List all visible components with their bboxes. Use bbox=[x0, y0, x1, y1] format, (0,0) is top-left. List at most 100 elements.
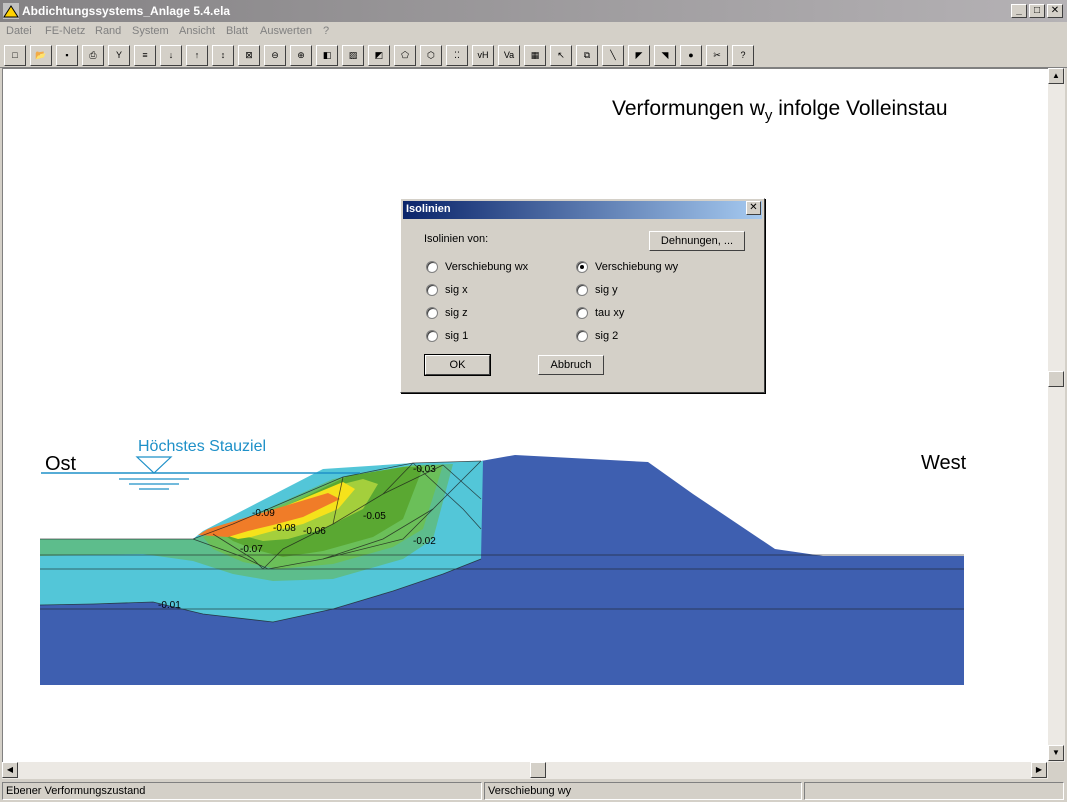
horizontal-scrollbar[interactable]: ◀ ▶ bbox=[2, 762, 1048, 779]
wrench-icon[interactable]: Y bbox=[108, 45, 130, 66]
scissors-glyph: ✂ bbox=[713, 50, 721, 60]
maximize-button[interactable]: □ bbox=[1029, 4, 1045, 18]
contour-lines-glyph: ◥ bbox=[661, 50, 669, 60]
abbruch-button[interactable]: Abbruch bbox=[538, 355, 604, 375]
vertical-scroll-thumb[interactable] bbox=[1048, 371, 1064, 387]
menu-system[interactable]: System bbox=[132, 25, 169, 37]
vertical-scrollbar[interactable]: ▲ ▼ bbox=[1048, 68, 1065, 762]
vh-icon[interactable]: vH bbox=[472, 45, 494, 66]
fill-icon[interactable]: ◩ bbox=[368, 45, 390, 66]
radio-sig-z[interactable] bbox=[426, 307, 438, 319]
scroll-right-button[interactable]: ▶ bbox=[1031, 762, 1047, 778]
grid-dots-glyph: ⁚⁚ bbox=[454, 50, 460, 60]
contour-label: -0.07 bbox=[240, 544, 263, 555]
horizontal-scroll-thumb[interactable] bbox=[530, 762, 546, 778]
shape-icon[interactable]: ◧ bbox=[316, 45, 338, 66]
paint-icon[interactable]: ▨ bbox=[342, 45, 364, 66]
contour-glyph: ◤ bbox=[635, 50, 643, 60]
scroll-down-button[interactable]: ▼ bbox=[1048, 745, 1064, 761]
contour-label: -0.03 bbox=[413, 464, 436, 475]
label-ost: Ost bbox=[45, 453, 77, 475]
print-glyph: ⎙ bbox=[89, 50, 97, 60]
grid-dots-icon[interactable]: ⁚⁚ bbox=[446, 45, 468, 66]
contour-icon[interactable]: ◤ bbox=[628, 45, 650, 66]
zoom-in-glyph: ⊕ bbox=[297, 50, 305, 60]
zoom-out-glyph: ⊖ bbox=[271, 50, 279, 60]
arrow-updown-icon[interactable]: ↕ bbox=[212, 45, 234, 66]
dam-contour-plot: Höchstes Stauziel Ost West -0.03 -0.09 -… bbox=[39, 438, 967, 685]
close-button[interactable]: ✕ bbox=[1047, 4, 1063, 18]
radio-tau-xy[interactable] bbox=[576, 307, 588, 319]
line-icon[interactable]: ╲ bbox=[602, 45, 624, 66]
arrow-updown-glyph: ↕ bbox=[220, 50, 226, 60]
radio-verschiebung-wx[interactable] bbox=[426, 261, 438, 273]
radio-sig-2[interactable] bbox=[576, 330, 588, 342]
print-icon[interactable]: ⎙ bbox=[82, 45, 104, 66]
wrench-glyph: Y bbox=[115, 50, 122, 60]
scroll-up-button[interactable]: ▲ bbox=[1048, 68, 1064, 84]
contour-lines-icon[interactable]: ◥ bbox=[654, 45, 676, 66]
menu-ansicht[interactable]: Ansicht bbox=[179, 25, 215, 37]
menu-rand[interactable]: Rand bbox=[95, 25, 121, 37]
drawing-canvas[interactable]: Höchstes Stauziel Ost West -0.03 -0.09 -… bbox=[2, 68, 1048, 762]
arrow-down-glyph: ↓ bbox=[168, 50, 174, 60]
table-icon[interactable]: ▦ bbox=[524, 45, 546, 66]
cursor-glyph: ↖ bbox=[557, 50, 565, 60]
record-icon[interactable]: ● bbox=[680, 45, 702, 66]
label-verschiebung-wy: Verschiebung wy bbox=[595, 261, 679, 273]
scissors-icon[interactable]: ✂ bbox=[706, 45, 728, 66]
isolinien-dialog: Isolinien ✕ Isolinien von: Dehnungen, ..… bbox=[400, 198, 765, 393]
menu-help[interactable]: ? bbox=[323, 25, 329, 37]
radio-sig-1[interactable] bbox=[426, 330, 438, 342]
label-sig-1: sig 1 bbox=[445, 330, 469, 342]
arrow-up-icon[interactable]: ↑ bbox=[186, 45, 208, 66]
open-icon[interactable]: 📂 bbox=[30, 45, 52, 66]
radio-sig-x[interactable] bbox=[426, 284, 438, 296]
menu-auswerten[interactable]: Auswerten bbox=[260, 25, 312, 37]
crop-icon[interactable]: ⊠ bbox=[238, 45, 260, 66]
new-icon[interactable]: □ bbox=[4, 45, 26, 66]
crop-glyph: ⊠ bbox=[245, 50, 253, 60]
outline-glyph: ⬡ bbox=[427, 50, 435, 60]
polygon-glyph: ⬠ bbox=[401, 50, 409, 60]
label-verschiebung-wx: Verschiebung wx bbox=[445, 261, 529, 273]
polygon-icon[interactable]: ⬠ bbox=[394, 45, 416, 66]
arrow-down-icon[interactable]: ↓ bbox=[160, 45, 182, 66]
cursor-icon[interactable]: ↖ bbox=[550, 45, 572, 66]
save-glyph: ▪ bbox=[65, 50, 69, 60]
copy-icon[interactable]: ⧉ bbox=[576, 45, 598, 66]
menu-blatt[interactable]: Blatt bbox=[226, 25, 248, 37]
va-icon[interactable]: Va bbox=[498, 45, 520, 66]
title-bar: Abdichtungssystems_Anlage 5.4.ela _ □ ✕ bbox=[0, 0, 1067, 22]
help-icon[interactable]: ? bbox=[732, 45, 754, 66]
menu-fe-netz[interactable]: FE-Netz bbox=[45, 25, 85, 37]
isolinien-label: Isolinien von: bbox=[424, 233, 489, 245]
plot-title: Verformungen wy infolge Volleinstau bbox=[612, 97, 948, 125]
label-west: West bbox=[921, 452, 967, 474]
scroll-left-button[interactable]: ◀ bbox=[2, 762, 18, 778]
list-icon[interactable]: ≡ bbox=[134, 45, 156, 66]
menu-datei[interactable]: Datei bbox=[6, 25, 32, 37]
label-sig-2: sig 2 bbox=[595, 330, 619, 342]
status-extra bbox=[804, 782, 1064, 800]
radio-verschiebung-wy[interactable] bbox=[576, 261, 588, 273]
minimize-button[interactable]: _ bbox=[1011, 4, 1027, 18]
status-mode: Ebener Verformungszustand bbox=[2, 782, 482, 800]
label-sig-x: sig x bbox=[445, 284, 468, 296]
contour-label: -0.02 bbox=[413, 536, 436, 547]
vh-glyph: vH bbox=[477, 50, 489, 60]
ok-button[interactable]: OK bbox=[424, 354, 491, 376]
scroll-corner bbox=[1048, 762, 1065, 779]
copy-glyph: ⧉ bbox=[583, 50, 591, 60]
status-bar: Ebener Verformungszustand Verschiebung w… bbox=[0, 779, 1067, 802]
contour-label: -0.09 bbox=[252, 508, 275, 519]
outline-icon[interactable]: ⬡ bbox=[420, 45, 442, 66]
toolbar: □ 📂 ▪ ⎙ Y ≡ ↓ ↑ ↕ ⊠ ⊖ ⊕ ◧ ▨ ◩ ⬠ ⬡ ⁚⁚ vH Va ▦ ↖ ⧉ ╲ ◤ ◥ ● ✂? bbox=[0, 42, 1067, 68]
dehnungen-button[interactable]: Dehnungen, ... bbox=[649, 231, 745, 251]
save-icon[interactable]: ▪ bbox=[56, 45, 78, 66]
new-glyph: □ bbox=[12, 50, 18, 60]
radio-sig-y[interactable] bbox=[576, 284, 588, 296]
zoom-in-icon[interactable]: ⊕ bbox=[290, 45, 312, 66]
dialog-close-button[interactable]: ✕ bbox=[746, 201, 761, 215]
zoom-out-icon[interactable]: ⊖ bbox=[264, 45, 286, 66]
